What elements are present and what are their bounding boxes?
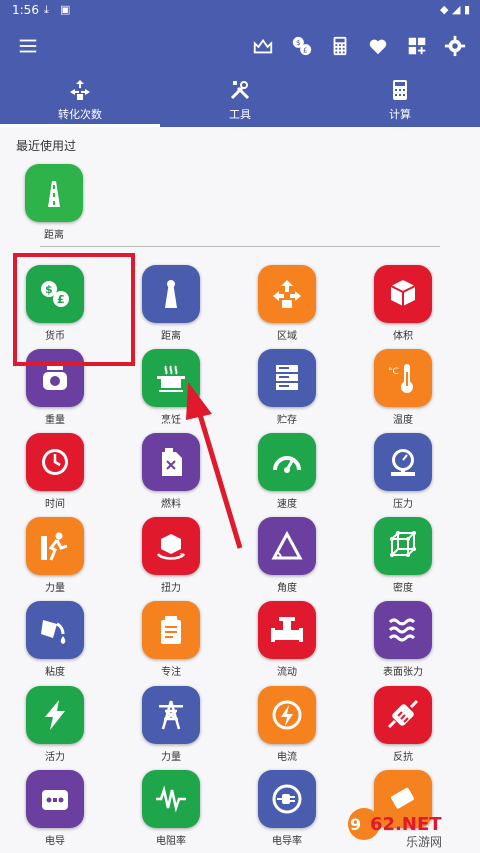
watermark-sub: 乐游网 <box>406 835 442 849</box>
arrow-annotation <box>186 382 243 549</box>
watermark-logo: 9 62.NET 乐游网 <box>344 800 474 850</box>
svg-text:9: 9 <box>350 815 361 834</box>
watermark-brand: 62.NET <box>370 814 442 835</box>
